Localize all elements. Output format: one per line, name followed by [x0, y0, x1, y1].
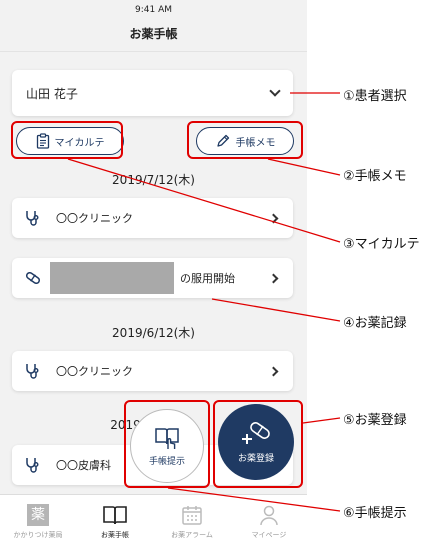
callout-notebook-memo: ②手帳メモ [343, 169, 407, 184]
callout-my-karte: ③マイカルテ [343, 237, 420, 252]
callout-medicine-record: ④お薬記録 [343, 316, 407, 331]
callout-notebook-present: ⑥手帳提示 [343, 506, 407, 521]
callout-medicine-register: ⑤お薬登録 [343, 413, 407, 428]
annotation-leader-lines [67, 92, 341, 512]
callout-patient-select: ①患者選択 [343, 89, 407, 104]
